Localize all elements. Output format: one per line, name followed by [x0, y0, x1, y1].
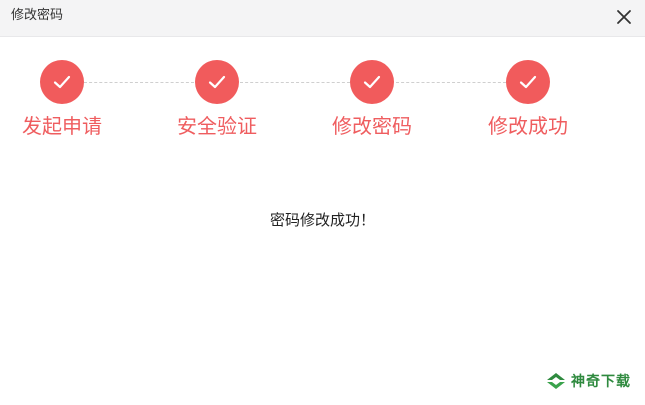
- step-label: 安全验证: [177, 114, 257, 138]
- logo-icon: [547, 373, 565, 389]
- dialog-title: 修改密码: [11, 8, 64, 23]
- checkmark-icon: [519, 75, 537, 89]
- progress-steps: 发起申请 安全验证 修改密码 修改成功: [0, 58, 645, 148]
- step-status-circle: [350, 60, 394, 104]
- dialog-titlebar: 修改密码: [0, 0, 645, 37]
- step-change-success: 修改成功: [473, 58, 583, 139]
- watermark-text: 神奇下载: [571, 374, 631, 390]
- step-change-password: 修改密码: [317, 58, 427, 139]
- checkmark-icon: [53, 75, 71, 89]
- step-label: 修改密码: [332, 114, 412, 138]
- close-icon: [617, 10, 631, 24]
- checkmark-icon: [208, 75, 226, 89]
- step-label: 发起申请: [22, 114, 102, 138]
- close-button[interactable]: [612, 5, 636, 29]
- success-message: 密码修改成功！: [269, 211, 375, 229]
- step-submit-request: 发起申请: [7, 58, 117, 139]
- step-status-circle: [40, 60, 84, 104]
- step-security-verification: 安全验证: [162, 58, 272, 139]
- watermark: 神奇下载: [546, 370, 631, 392]
- step-label: 修改成功: [488, 114, 568, 138]
- step-status-circle: [506, 60, 550, 104]
- checkmark-icon: [363, 75, 381, 89]
- change-password-dialog: 修改密码 发起申请 安全验证 修改密码 修改成功 密码修改成功！ 神奇下载: [0, 0, 645, 405]
- step-status-circle: [195, 60, 239, 104]
